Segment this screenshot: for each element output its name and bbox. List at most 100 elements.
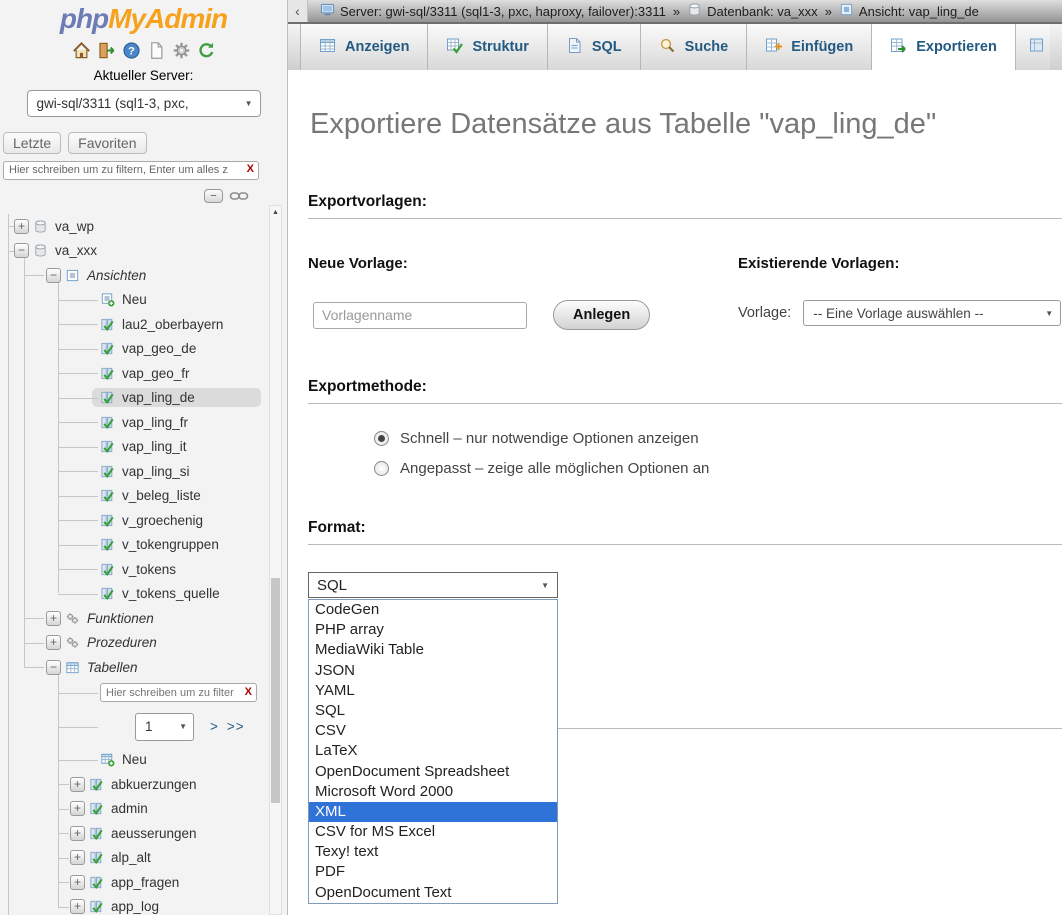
tab-einf-gen[interactable]: Einfügen xyxy=(747,24,872,70)
sidebar-scrollbar[interactable]: ▲ xyxy=(269,205,282,915)
filter-clear-icon[interactable]: X xyxy=(245,685,252,700)
navigation-collapse-button[interactable]: ‹ xyxy=(288,0,308,22)
view-new-icon xyxy=(100,292,115,307)
page-select[interactable]: 1▼ xyxy=(135,713,194,741)
template-select[interactable]: -- Eine Vorlage auswählen -- ▼ xyxy=(803,300,1061,326)
create-template-button[interactable]: Anlegen xyxy=(553,300,650,330)
tab-struktur[interactable]: Struktur xyxy=(428,24,547,70)
nav-tab-letzte[interactable]: Letzte xyxy=(3,132,61,154)
link-with-main-panel-icon[interactable] xyxy=(229,189,249,203)
tree-item-vap-geo-fr[interactable]: vap_geo_fr xyxy=(0,361,267,386)
breadcrumb-label: Server: gwi-sql/3311 (sql1-3, pxc, hapro… xyxy=(340,4,666,19)
breadcrumb-item[interactable]: Ansicht: vap_ling_de xyxy=(839,2,979,20)
format-option-pdf[interactable]: PDF xyxy=(309,862,557,882)
tree-item-body: Tabellen xyxy=(57,658,261,677)
format-option-php-array[interactable]: PHP array xyxy=(309,620,557,640)
tree-item-abkuerzungen[interactable]: +abkuerzungen xyxy=(0,772,267,797)
tree-item-vap-ling-fr[interactable]: vap_ling_fr xyxy=(0,410,267,435)
refresh-icon[interactable] xyxy=(197,41,216,60)
tab-suche[interactable]: Suche xyxy=(641,24,748,70)
help-icon[interactable]: ? xyxy=(122,41,141,60)
logout-icon[interactable] xyxy=(97,41,116,60)
tree-item-tabellen[interactable]: −Tabellen xyxy=(0,655,267,680)
tab-exportieren[interactable]: Exportieren xyxy=(872,24,1016,70)
format-option-opendocument-text[interactable]: OpenDocument Text xyxy=(309,883,557,903)
tree-item-lau2-oberbayern[interactable]: lau2_oberbayern xyxy=(0,312,267,337)
radio-unselected-icon[interactable] xyxy=(374,461,389,476)
format-option-opendocument-spreadsheet[interactable]: OpenDocument Spreadsheet xyxy=(309,762,557,782)
tab-label: SQL xyxy=(592,39,622,55)
tree-item-v-tokens[interactable]: v_tokens xyxy=(0,557,267,582)
tree-item-label: Tabellen xyxy=(87,660,138,675)
breadcrumb-item[interactable]: Server: gwi-sql/3311 (sql1-3, pxc, hapro… xyxy=(320,2,666,20)
navigation-tree: +va_wp−va_xxx−AnsichtenNeulau2_oberbayer… xyxy=(0,214,267,915)
format-option-yaml[interactable]: YAML xyxy=(309,681,557,701)
tree-item-body: vap_ling_fr xyxy=(92,413,261,432)
method-option-quick[interactable]: Schnell – nur notwendige Optionen anzeig… xyxy=(374,430,1062,447)
tree-item-vap-geo-de[interactable]: vap_geo_de xyxy=(0,337,267,362)
tree-item-v-tokens-quelle[interactable]: v_tokens_quelle xyxy=(0,582,267,607)
tree-item-neu[interactable]: Neu xyxy=(0,288,267,313)
tree-item-label: vap_ling_it xyxy=(122,439,187,454)
tree-item-app-log[interactable]: +app_log xyxy=(0,895,267,915)
radio-selected-icon[interactable] xyxy=(374,431,389,446)
format-option-xml[interactable]: XML xyxy=(309,802,557,822)
template-name-input[interactable] xyxy=(313,302,527,329)
method-legend: Exportmethode: xyxy=(308,378,1062,404)
filter-clear-icon[interactable]: X xyxy=(247,162,254,177)
tree-item-vap-ling-it[interactable]: vap_ling_it xyxy=(0,435,267,460)
tree-item-funktionen[interactable]: +Funktionen xyxy=(0,606,267,631)
phpmyadmin-logo[interactable]: phpMyAdmin xyxy=(0,0,287,35)
tab-import[interactable] xyxy=(1016,24,1050,70)
view-icon xyxy=(100,562,115,577)
format-option-sql[interactable]: SQL xyxy=(309,701,557,721)
tree-item-vap-ling-si[interactable]: vap_ling_si xyxy=(0,459,267,484)
method-option-custom[interactable]: Angepasst – zeige alle möglichen Optione… xyxy=(374,460,1062,477)
tab-sql[interactable]: SQL xyxy=(548,24,641,70)
format-option-csv[interactable]: CSV xyxy=(309,721,557,741)
server-select[interactable]: gwi-sql/3311 (sql1-3, pxc, ▼ xyxy=(27,90,261,117)
tables-filter-input[interactable] xyxy=(100,683,257,702)
tree-item-app-fragen[interactable]: +app_fragen xyxy=(0,870,267,895)
tree-item-va-wp[interactable]: +va_wp xyxy=(0,214,267,239)
last-page-link[interactable]: >> xyxy=(227,719,245,734)
tree-item-neu[interactable]: Neu xyxy=(0,748,267,773)
format-option-microsoft-word-2000[interactable]: Microsoft Word 2000 xyxy=(309,782,557,802)
tree-item-body: vap_geo_fr xyxy=(92,364,261,383)
logo-php: php xyxy=(60,3,108,34)
server-icon xyxy=(320,2,335,20)
breadcrumb-item[interactable]: Datenbank: va_xxx xyxy=(687,2,818,20)
tree-item-v-tokengruppen[interactable]: v_tokengruppen xyxy=(0,533,267,558)
format-option-mediawiki-table[interactable]: MediaWiki Table xyxy=(309,640,557,660)
docs-icon[interactable] xyxy=(147,41,166,60)
format-option-csv-for-ms-excel[interactable]: CSV for MS Excel xyxy=(309,822,557,842)
format-select[interactable]: SQL ▼ xyxy=(308,572,558,598)
tree-item-admin[interactable]: +admin xyxy=(0,797,267,822)
next-page-link[interactable]: > xyxy=(210,719,219,734)
tree-item-body: vap_geo_de xyxy=(92,339,261,358)
tab-anzeigen[interactable]: Anzeigen xyxy=(300,24,428,70)
tree-item-va-xxx[interactable]: −va_xxx xyxy=(0,239,267,264)
format-option-json[interactable]: JSON xyxy=(309,661,557,681)
settings-icon[interactable] xyxy=(172,41,191,60)
collapse-all-button[interactable]: − xyxy=(204,189,223,203)
tree-item-aeusserungen[interactable]: +aeusserungen xyxy=(0,821,267,846)
tree-item-v-beleg-liste[interactable]: v_beleg_liste xyxy=(0,484,267,509)
scroll-up-arrow-icon[interactable]: ▲ xyxy=(270,206,281,219)
tree-item-vap-ling-de[interactable]: vap_ling_de xyxy=(0,386,267,411)
tree-item-body: va_xxx xyxy=(25,241,261,260)
tree-item-body: va_wp xyxy=(25,217,261,236)
format-option-texy-text[interactable]: Texy! text xyxy=(309,842,557,862)
format-option-codegen[interactable]: CodeGen xyxy=(309,600,557,620)
tree-item-alp-alt[interactable]: +alp_alt xyxy=(0,846,267,871)
nav-tab-favoriten[interactable]: Favoriten xyxy=(68,132,146,154)
tree-item-body: app_log xyxy=(81,897,261,915)
tree-item-v-groechenig[interactable]: v_groechenig xyxy=(0,508,267,533)
tree-item-prozeduren[interactable]: +Prozeduren xyxy=(0,631,267,656)
browse-icon xyxy=(319,37,336,58)
format-option-latex[interactable]: LaTeX xyxy=(309,741,557,761)
scrollbar-thumb[interactable] xyxy=(271,578,280,803)
navigation-filter-input[interactable] xyxy=(3,161,259,180)
tree-item-ansichten[interactable]: −Ansichten xyxy=(0,263,267,288)
home-icon[interactable] xyxy=(72,41,91,60)
